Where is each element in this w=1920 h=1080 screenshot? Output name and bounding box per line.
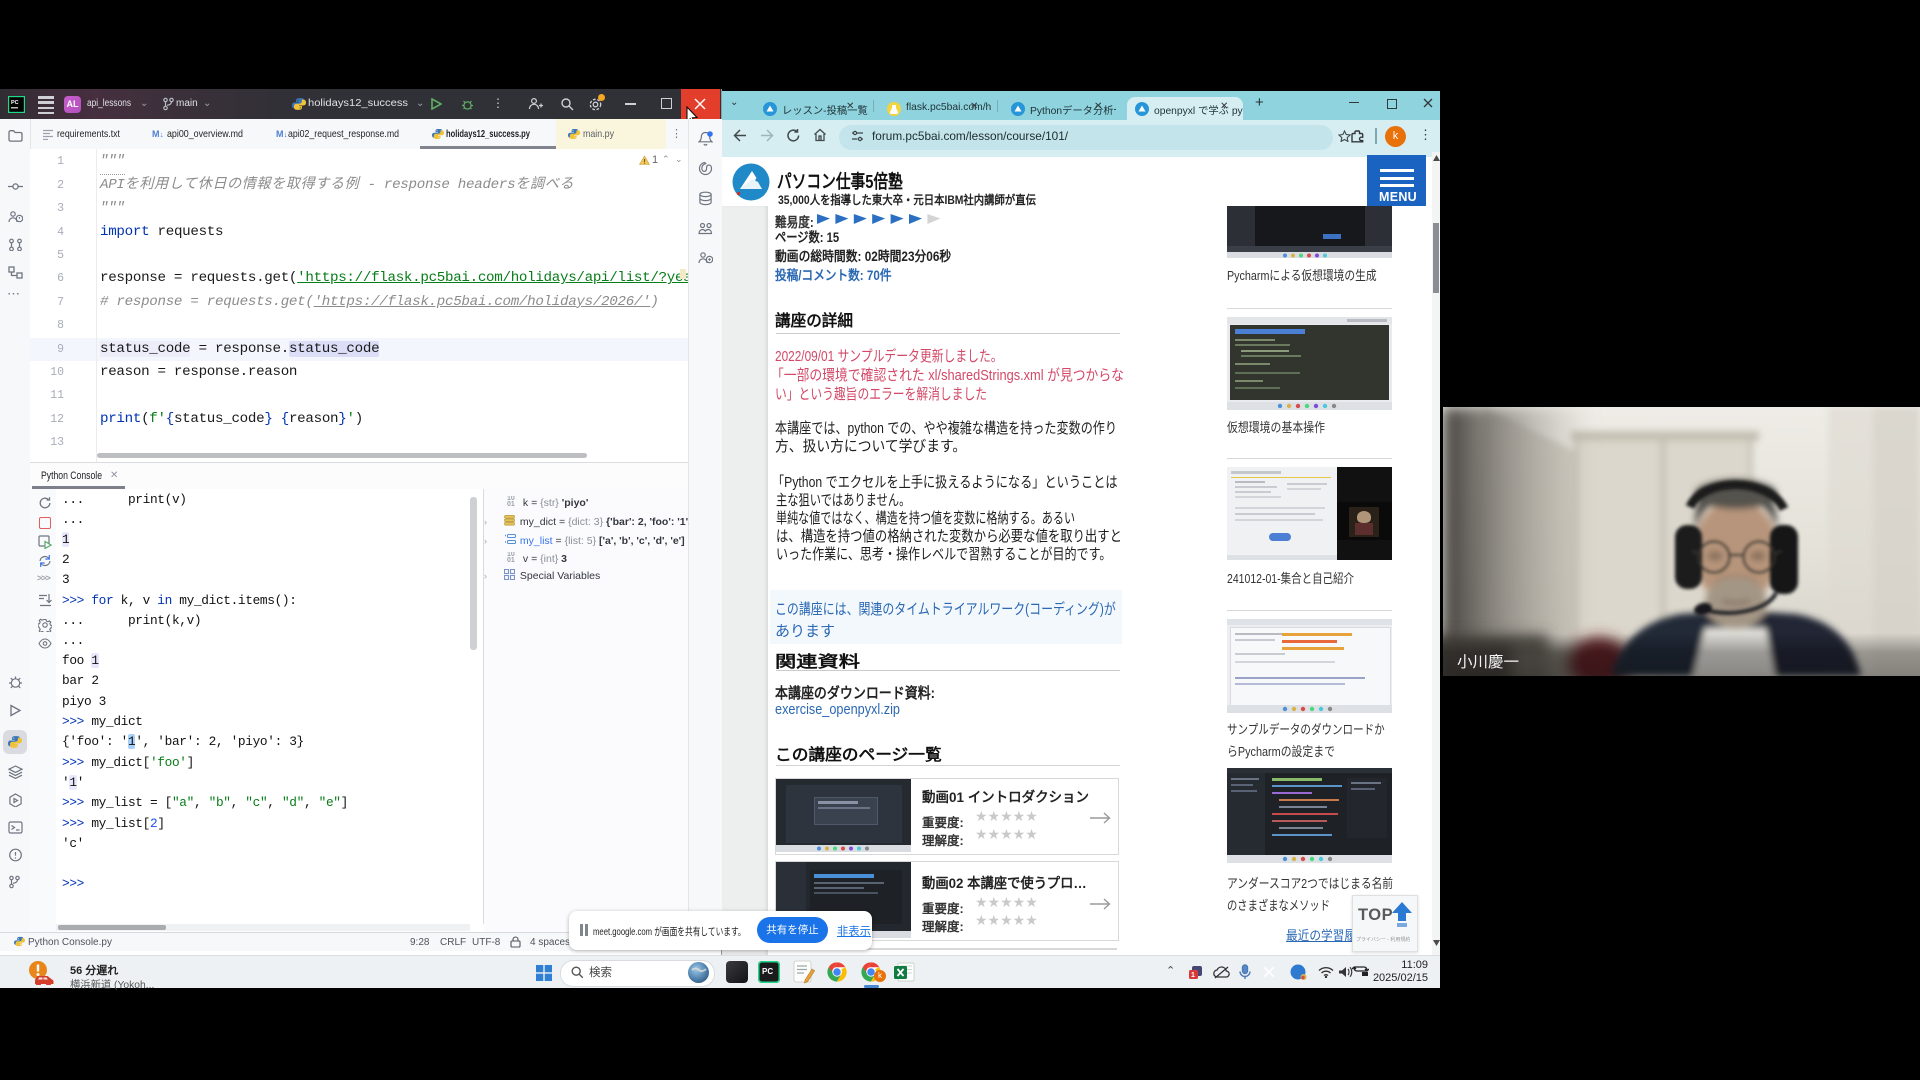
svg-text:1: 1 <box>1191 972 1195 979</box>
svg-text:小川慶一: 小川慶一 <box>1457 653 1519 671</box>
svg-text:PC: PC <box>11 100 19 106</box>
